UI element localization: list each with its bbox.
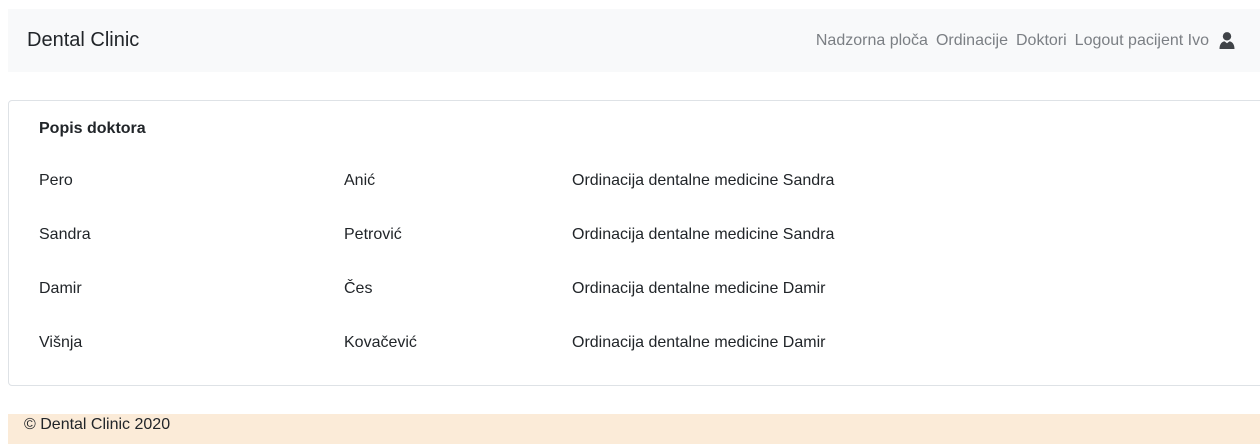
- doctor-row: Višnja Kovačević Ordinacija dentalne med…: [39, 327, 1239, 381]
- doctor-clinic: Ordinacija dentalne medicine Damir: [572, 280, 826, 297]
- footer-copyright: © Dental Clinic 2020: [24, 416, 171, 433]
- doctor-row: Sandra Petrović Ordinacija dentalne medi…: [39, 219, 1239, 273]
- doctor-first-name: Višnja: [39, 334, 83, 351]
- doctors-card: Popis doktora Pero Anić Ordinacija denta…: [8, 100, 1260, 386]
- doctor-last-name: Anić: [344, 172, 376, 189]
- doctor-first-name: Sandra: [39, 226, 91, 243]
- doctor-last-name: Čes: [344, 280, 373, 297]
- doctor-clinic: Ordinacija dentalne medicine Sandra: [572, 226, 835, 243]
- doctor-clinic: Ordinacija dentalne medicine Sandra: [572, 172, 835, 189]
- doctor-row: Damir Čes Ordinacija dentalne medicine D…: [39, 273, 1239, 327]
- nav-links: Nadzorna ploča Ordinacije Doktori Logout…: [816, 9, 1235, 72]
- top-navbar: Dental Clinic Nadzorna ploča Ordinacije …: [8, 9, 1260, 72]
- nav-link-clinics[interactable]: Ordinacije: [936, 32, 1008, 50]
- user-icon[interactable]: [1219, 32, 1235, 49]
- nav-link-dashboard[interactable]: Nadzorna ploča: [816, 32, 928, 50]
- doctor-row: Pero Anić Ordinacija dentalne medicine S…: [39, 165, 1239, 219]
- page-footer: © Dental Clinic 2020: [8, 414, 1260, 444]
- nav-link-doctors[interactable]: Doktori: [1016, 32, 1067, 50]
- doctor-last-name: Petrović: [344, 226, 402, 243]
- card-title: Popis doktora: [39, 120, 146, 137]
- doctor-last-name: Kovačević: [344, 334, 417, 351]
- user-icon-graphic: [1219, 32, 1235, 49]
- nav-link-logout[interactable]: Logout pacijent Ivo: [1075, 32, 1209, 50]
- doctor-first-name: Damir: [39, 280, 82, 297]
- doctor-first-name: Pero: [39, 172, 73, 189]
- brand-link[interactable]: Dental Clinic: [27, 9, 139, 72]
- doctor-clinic: Ordinacija dentalne medicine Damir: [572, 334, 826, 351]
- doctors-list: Pero Anić Ordinacija dentalne medicine S…: [39, 165, 1239, 381]
